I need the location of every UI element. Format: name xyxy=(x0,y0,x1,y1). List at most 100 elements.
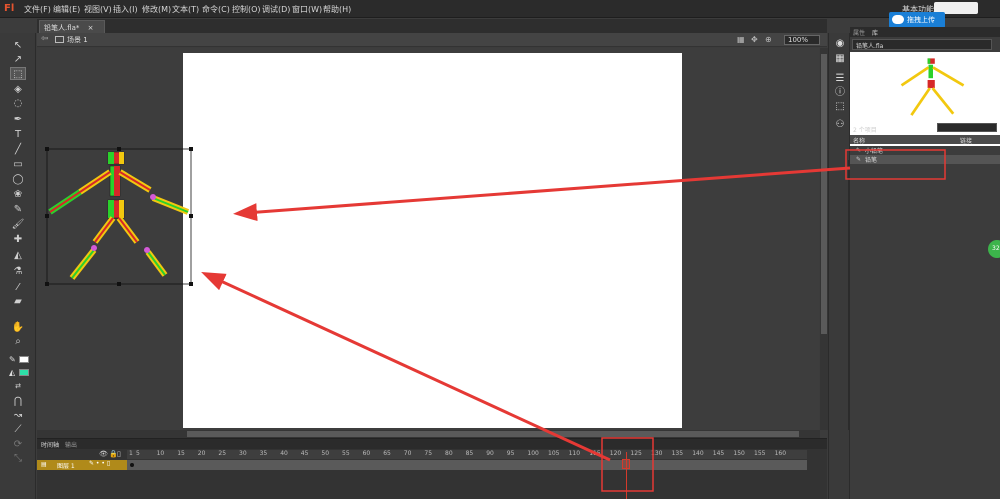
outline-icon[interactable]: ▯ xyxy=(117,450,121,458)
smooth-icon[interactable]: ↝ xyxy=(10,409,26,422)
straighten-icon[interactable]: ⟋ xyxy=(10,423,26,436)
ruler-tick-15: 15 xyxy=(177,450,185,457)
back-arrow-icon[interactable]: ⇦ xyxy=(41,34,49,44)
color-wheel-icon[interactable]: ◉ xyxy=(834,38,846,50)
swap-colors-icon[interactable]: ⇄ xyxy=(10,380,26,393)
rectangle-tool-icon[interactable]: ▭ xyxy=(10,158,26,171)
brush-tool-icon[interactable]: 🖌 xyxy=(10,218,26,231)
menu-view[interactable]: 视图(V) xyxy=(84,4,112,15)
vertical-scrollbar[interactable] xyxy=(820,48,828,430)
frame-row[interactable] xyxy=(127,460,807,470)
subselection-tool-icon[interactable]: ↗ xyxy=(10,53,26,66)
components-icon[interactable]: ⚇ xyxy=(834,119,846,131)
zoom-tool-icon[interactable]: ⌕ xyxy=(10,335,26,348)
floating-badge[interactable]: 32 xyxy=(988,240,1000,258)
library-file-select[interactable]: 铅笔人.fla xyxy=(852,39,992,50)
bone-tool-icon[interactable]: ✚ xyxy=(10,233,26,246)
tab-output[interactable]: 输出 xyxy=(65,440,77,449)
menu-debug[interactable]: 调试(D) xyxy=(262,4,290,15)
close-icon[interactable]: × xyxy=(88,24,94,32)
info-icon[interactable]: ⓘ xyxy=(834,87,846,99)
fill-swatch xyxy=(19,369,29,376)
ruler-tick-35: 35 xyxy=(259,450,268,457)
col-linkage[interactable]: 链接 xyxy=(960,136,972,145)
ruler-tick-30: 30 xyxy=(239,450,247,457)
paint-bucket-tool-icon[interactable]: ◭ xyxy=(10,249,26,262)
keyframe[interactable] xyxy=(130,463,134,467)
menu-modify[interactable]: 修改(M) xyxy=(142,4,171,15)
menu-insert[interactable]: 插入(I) xyxy=(113,4,138,15)
selection-tool-icon[interactable]: ↖ xyxy=(10,39,26,52)
rotate-icon[interactable]: ⟳ xyxy=(10,438,26,451)
ruler-tick-155: 155 xyxy=(754,450,766,457)
horizontal-scroll-thumb[interactable] xyxy=(187,431,799,437)
menu-control[interactable]: 控制(O) xyxy=(232,4,261,15)
align-icon[interactable]: ☰ xyxy=(834,73,846,85)
document-tab[interactable]: 铅笔人.fla* × xyxy=(39,20,105,33)
lasso-tool-icon[interactable]: ◌ xyxy=(10,97,26,110)
upload-popup[interactable]: 拖拽上传 xyxy=(889,12,945,28)
ruler-tick-85: 85 xyxy=(465,450,474,457)
tab-library[interactable]: 库 xyxy=(872,28,878,37)
menu-window[interactable]: 窗口(W) xyxy=(292,4,322,15)
line-tool-icon[interactable]: ╱ xyxy=(10,143,26,156)
tools-panel: ↖ ↗ ⬚ ◈ ◌ ✒ T ╱ ▭ ◯ ❀ ✎ 🖌 ✚ ◭ ⚗ ⁄ ▰ ✋ ⌕ … xyxy=(0,33,36,499)
library-item-small-pencil[interactable]: ✎ 小铅笔 xyxy=(850,146,1000,155)
tab-properties[interactable]: 属性 xyxy=(853,28,865,37)
hand-tool-icon[interactable]: ✋ xyxy=(10,321,26,334)
transform-icon[interactable]: ⬚ xyxy=(834,101,846,113)
ruler-tick-20: 20 xyxy=(197,450,206,457)
col-name[interactable]: 名称 xyxy=(853,136,865,145)
panel-divider[interactable] xyxy=(848,160,850,430)
ruler-tick-115: 115 xyxy=(589,450,601,457)
ruler-tick-145: 145 xyxy=(712,450,725,457)
scene-label[interactable]: 场景 1 xyxy=(67,35,88,45)
3d-rotation-tool-icon[interactable]: ◈ xyxy=(10,83,26,96)
stage-canvas[interactable] xyxy=(183,53,682,428)
eye-icon[interactable]: 👁 xyxy=(99,450,108,458)
menu-edit[interactable]: 编辑(E) xyxy=(53,4,80,15)
menu-help[interactable]: 帮助(H) xyxy=(323,4,351,15)
fill-color-swatch[interactable]: ◭ xyxy=(9,368,29,377)
oval-tool-icon[interactable]: ◯ xyxy=(10,173,26,186)
layer-row[interactable]: ▤ 图层 1 ✎ • • ▯ xyxy=(37,460,127,470)
scale-icon[interactable]: ⤡ xyxy=(10,452,26,465)
frame-ruler[interactable]: 1 5 10 15 20 25 30 35 40 45 50 55 60 65 70 75 80 85 90 95 10… xyxy=(127,450,807,459)
menu-commands[interactable]: 命令(C) xyxy=(202,4,230,15)
horizontal-scrollbar[interactable] xyxy=(37,430,820,438)
tab-timeline[interactable]: 时间轴 xyxy=(41,440,59,449)
ruler-tick-45: 45 xyxy=(300,450,309,457)
library-item-pencil[interactable]: ✎ 铅笔 xyxy=(850,155,1000,164)
deco-tool-icon[interactable]: ❀ xyxy=(10,188,26,201)
menu-text[interactable]: 文本(T) xyxy=(172,4,199,15)
edit-symbol-icon[interactable]: ✥ xyxy=(751,35,761,44)
eyedropper-tool-icon[interactable]: ⁄ xyxy=(10,281,26,294)
snap-magnet-icon[interactable]: ⋂ xyxy=(10,395,26,408)
ruler-tick-40: 40 xyxy=(280,450,288,457)
pen-tool-icon[interactable]: ✒ xyxy=(10,113,26,126)
document-tab-bar: 铅笔人.fla* × xyxy=(37,19,827,33)
stroke-color-swatch[interactable]: ✎ xyxy=(9,355,29,364)
zoom-select[interactable]: 100% xyxy=(784,35,820,45)
ruler-tick-1: 1 xyxy=(129,450,133,457)
swatches-icon[interactable]: ▦ xyxy=(834,53,846,65)
ruler-tick-90: 90 xyxy=(486,450,494,457)
library-search-input[interactable] xyxy=(937,123,997,132)
pencil-tool-icon[interactable]: ✎ xyxy=(10,203,26,216)
free-transform-tool-icon[interactable]: ⬚ xyxy=(10,67,26,80)
library-panel: 属性 库 铅笔人.fla 2 个项目 名称 链接 ✎ 小铅笔 ✎ 铅笔 xyxy=(850,27,1000,499)
edit-scene-icon[interactable]: ▦ xyxy=(737,35,747,44)
ruler-tick-135: 135 xyxy=(671,450,684,457)
menu-file[interactable]: 文件(F) xyxy=(24,4,51,15)
vertical-scroll-thumb[interactable] xyxy=(821,54,827,334)
ink-bottle-tool-icon[interactable]: ⚗ xyxy=(10,265,26,278)
eraser-tool-icon[interactable]: ▰ xyxy=(10,295,26,308)
menu-bar: Fl 文件(F) 编辑(E) 视图(V) 插入(I) 修改(M) 文本(T) 命… xyxy=(0,0,1000,18)
ruler-tick-70: 70 xyxy=(403,450,412,457)
ruler-tick-140: 140 xyxy=(692,450,704,457)
movieclip-icon: ✎ xyxy=(856,147,862,154)
panel-tabs: 属性 库 xyxy=(850,27,1000,37)
center-stage-icon[interactable]: ⊕ xyxy=(765,35,775,44)
pencil-man-symbol[interactable] xyxy=(40,140,200,295)
text-tool-icon[interactable]: T xyxy=(10,128,26,141)
